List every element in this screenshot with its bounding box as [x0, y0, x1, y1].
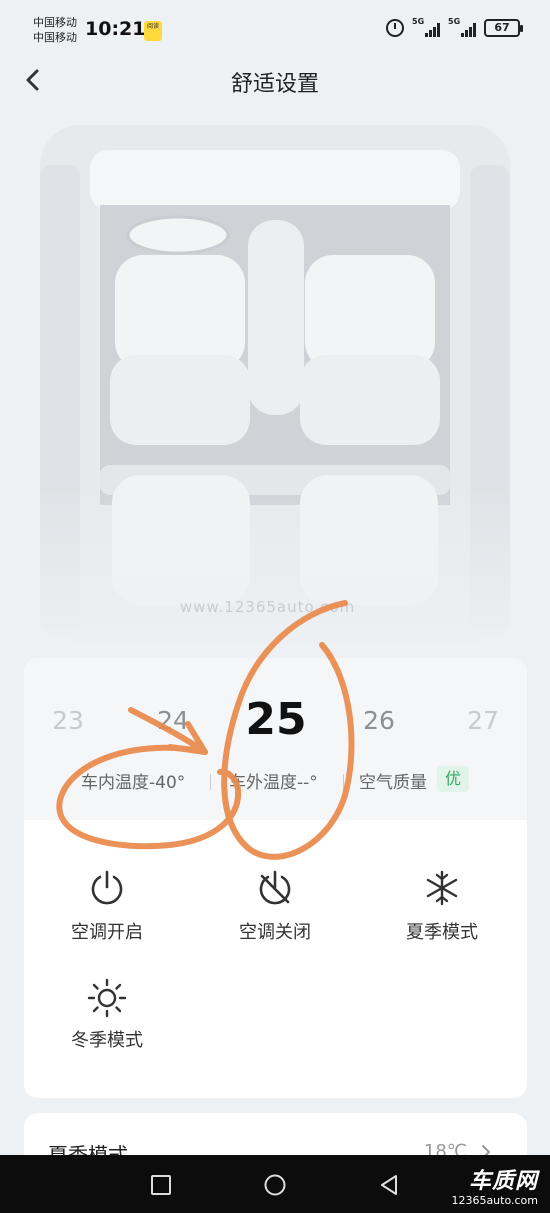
alarm-icon [386, 19, 404, 37]
sun-icon [87, 978, 127, 1018]
watermark: www.12365auto.com [180, 598, 356, 616]
ac-off-button[interactable]: 空调关闭 [215, 868, 335, 958]
header: 舒适设置 [0, 60, 550, 100]
signal-2-label: 5G [448, 17, 461, 26]
ac-on-button[interactable]: 空调开启 [47, 868, 167, 958]
carrier-info: 中国移动 中国移动 [33, 15, 77, 45]
home-icon[interactable] [262, 1173, 288, 1197]
brand-name: 车质网 [468, 1169, 538, 1194]
recent-apps-icon[interactable] [148, 1173, 174, 1197]
temp-option[interactable]: 24 [143, 706, 203, 735]
temp-option[interactable]: 27 [453, 706, 513, 735]
air-quality-label: 空气质量 [359, 773, 427, 793]
summer-mode-label: 夏季模式 [406, 922, 478, 943]
brand-url: 12365auto.com [451, 1194, 538, 1207]
temp-selected[interactable]: 25 [236, 694, 316, 745]
signal-icon-2: 5G [448, 17, 476, 37]
carrier-2: 中国移动 [33, 31, 77, 44]
air-quality-badge: 优 [437, 766, 469, 792]
status-icons: 5G 5G 67 [386, 17, 523, 37]
ac-off-label: 空调关闭 [239, 922, 311, 943]
temperature-picker[interactable]: 23 24 25 26 27 [24, 688, 527, 758]
status-bar: 中国移动 中国移动 10:21 阅读 5G 5G 67 [0, 0, 550, 60]
page-title: 舒适设置 [230, 72, 319, 97]
outside-temperature: 车外温度--° [229, 773, 318, 793]
signal-icon-1: 5G [412, 17, 440, 37]
ac-on-label: 空调开启 [71, 922, 143, 943]
battery-icon: 67 [484, 19, 523, 37]
power-icon [91, 870, 123, 905]
climate-card: 23 24 25 26 27 车内温度-40° 车外温度--° 空气质量 优 空… [24, 658, 527, 1098]
summer-mode-button[interactable]: 夏季模式 [382, 868, 502, 958]
winter-mode-label: 冬季模式 [71, 1030, 143, 1051]
notification-badge-icon: 阅读 [144, 21, 162, 41]
temp-option[interactable]: 26 [349, 706, 409, 735]
inside-temperature: 车内温度-40° [81, 773, 186, 793]
back-nav-icon[interactable] [376, 1173, 402, 1197]
temp-option[interactable]: 23 [38, 706, 98, 735]
climate-stats: 车内温度-40° 车外温度--° 空气质量 优 [24, 766, 527, 796]
ac-off-icon [259, 870, 291, 905]
site-logo: 车质网 12365auto.com [451, 1163, 538, 1207]
signal-1-label: 5G [412, 17, 425, 26]
temperature-zone: 23 24 25 26 27 车内温度-40° 车外温度--° 空气质量 优 [24, 658, 527, 820]
car-interior-illustration [30, 125, 520, 660]
winter-mode-button[interactable]: 冬季模式 [47, 976, 167, 1066]
system-nav-bar: 车质网 12365auto.com [0, 1155, 550, 1213]
snowflake-icon [426, 870, 458, 906]
carrier-1: 中国移动 [33, 16, 77, 29]
status-time: 10:21 [85, 18, 146, 40]
